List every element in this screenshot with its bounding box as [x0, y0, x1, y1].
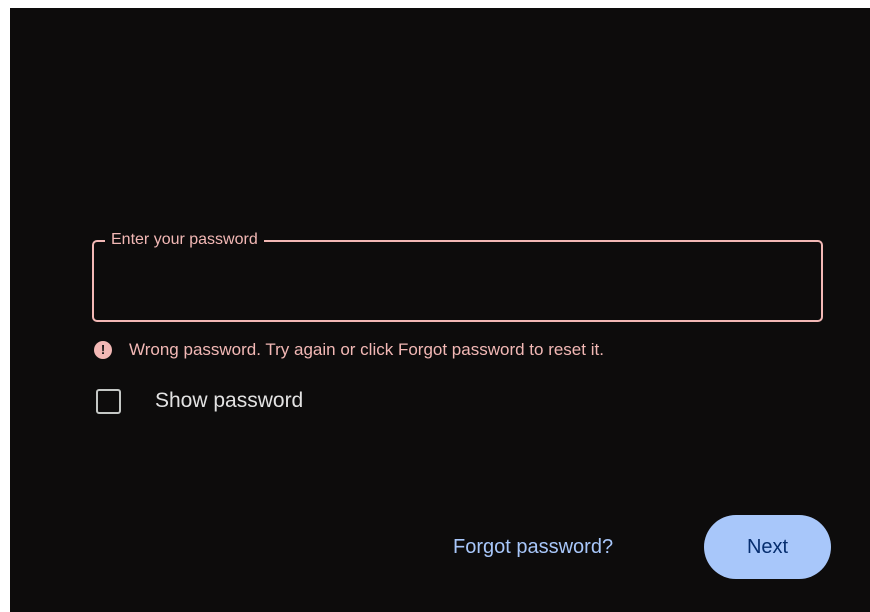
signin-password-screen: Enter your password ! Wrong password. Tr… — [10, 8, 870, 612]
password-field[interactable]: Enter your password — [92, 230, 823, 322]
show-password-toggle[interactable]: Show password — [96, 386, 303, 416]
show-password-checkbox[interactable] — [96, 388, 121, 414]
password-field-label: Enter your password — [105, 230, 264, 250]
forgot-password-link[interactable]: Forgot password? — [453, 534, 613, 560]
error-message-row: ! Wrong password. Try again or click For… — [94, 338, 604, 362]
password-input[interactable] — [108, 260, 812, 308]
next-button[interactable]: Next — [704, 515, 831, 579]
show-password-label[interactable]: Show password — [155, 389, 303, 413]
error-icon: ! — [94, 341, 112, 359]
error-message: Wrong password. Try again or click Forgo… — [129, 340, 604, 359]
